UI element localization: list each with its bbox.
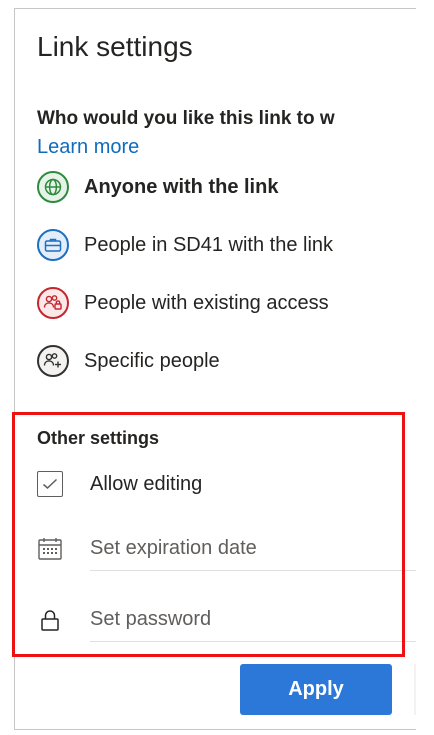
allow-editing-checkbox[interactable] — [37, 471, 63, 497]
briefcase-icon — [37, 229, 69, 261]
option-anyone-with-link[interactable]: Anyone with the link — [37, 167, 278, 207]
option-specific-people[interactable]: Specific people — [37, 341, 220, 381]
option-label: People with existing access — [84, 291, 329, 314]
option-existing-access[interactable]: People with existing access — [37, 283, 329, 323]
learn-more-link[interactable]: Learn more — [37, 136, 139, 159]
apply-button[interactable]: Apply — [240, 664, 392, 715]
globe-icon — [37, 171, 69, 203]
people-add-icon — [37, 345, 69, 377]
people-lock-icon — [37, 287, 69, 319]
expiration-date-field[interactable]: Set expiration date — [90, 526, 416, 571]
cancel-button[interactable] — [414, 664, 416, 715]
check-icon — [43, 478, 58, 490]
option-label: Specific people — [84, 349, 220, 372]
password-field[interactable]: Set password — [90, 597, 416, 642]
other-settings-heading: Other settings — [37, 428, 160, 448]
allow-editing-row[interactable]: Allow editing — [37, 471, 202, 497]
audience-question: Who would you like this link to w — [37, 108, 335, 129]
option-label: Anyone with the link — [84, 175, 279, 198]
option-label: People in SD41 with the link — [84, 233, 334, 256]
page-title: Link settings — [37, 31, 193, 62]
lock-icon — [37, 607, 63, 633]
option-people-in-org[interactable]: People in SD41 with the link — [37, 225, 333, 265]
link-settings-dialog: Link settings Who would you like this li… — [0, 0, 416, 735]
calendar-icon — [37, 536, 63, 562]
allow-editing-label: Allow editing — [90, 472, 203, 495]
